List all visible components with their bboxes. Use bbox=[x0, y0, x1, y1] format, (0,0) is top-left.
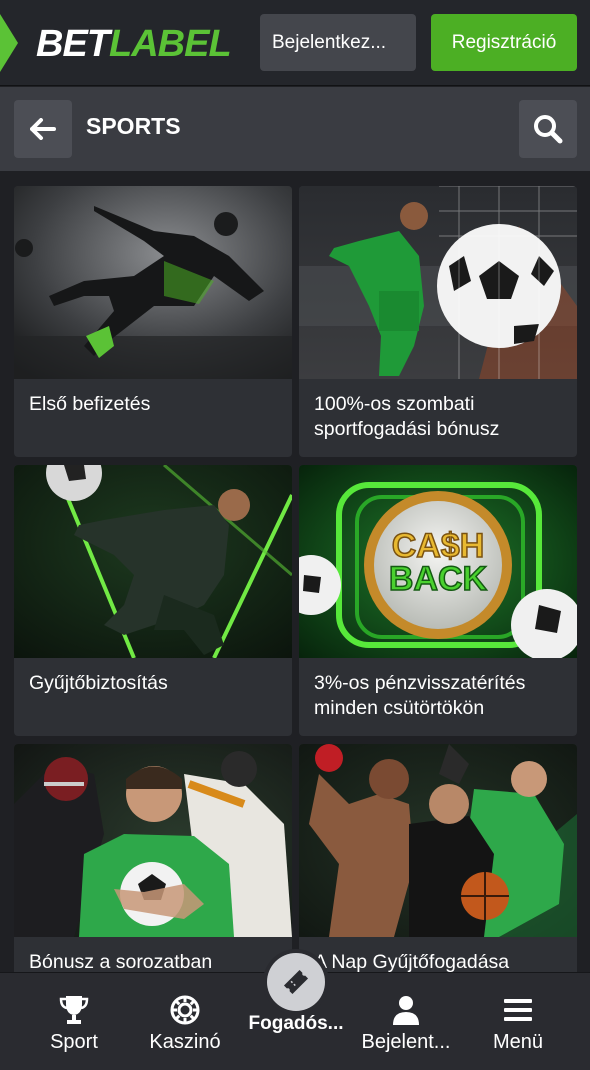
promo-card-saturday-bonus[interactable]: 100%-os szombati sportfogadási bónusz bbox=[299, 186, 577, 457]
register-button[interactable]: Regisztráció bbox=[431, 14, 577, 71]
top-bar: BETLABEL Bejelentkez... Regisztráció bbox=[0, 0, 590, 86]
logo-label: LABEL bbox=[109, 23, 232, 65]
nav-betslip-button[interactable] bbox=[267, 953, 325, 1011]
promo-image-soccer-player-lights bbox=[14, 465, 292, 658]
nav-sport[interactable]: Sport bbox=[38, 973, 110, 1070]
search-icon bbox=[534, 115, 563, 144]
section-header: SPORTS bbox=[0, 87, 590, 171]
promo-image-goal-celebration bbox=[299, 186, 577, 379]
promo-card-first-deposit[interactable]: Első befizetés bbox=[14, 186, 292, 457]
nav-login[interactable]: Bejelent... bbox=[356, 973, 456, 1070]
login-button[interactable]: Bejelentkez... bbox=[260, 14, 416, 71]
promo-title: 3%-os pénzvisszatérítés minden csütörtök… bbox=[314, 672, 526, 719]
bottom-navigation: Sport Kaszinó Fogadós... Bejelent... Men… bbox=[0, 953, 590, 1070]
promo-title: Gyűjtőbiztosítás bbox=[29, 672, 168, 694]
svg-text:BACK: BACK bbox=[389, 560, 488, 598]
hamburger-menu-icon bbox=[504, 999, 532, 1021]
nav-menu[interactable]: Menü bbox=[486, 973, 550, 1070]
ticket-icon bbox=[283, 969, 309, 995]
search-button[interactable] bbox=[519, 100, 577, 158]
nav-casino[interactable]: Kaszinó bbox=[138, 973, 232, 1070]
page-title: SPORTS bbox=[86, 113, 181, 139]
promo-card-cashback[interactable]: CA$H BACK 3%-os pénzvisszatérítés minden… bbox=[299, 465, 577, 736]
brand-chevron-icon bbox=[0, 14, 18, 72]
trophy-icon bbox=[59, 996, 89, 1024]
promo-image-multi-sport bbox=[14, 744, 292, 937]
arrow-left-icon bbox=[30, 118, 56, 140]
back-button[interactable] bbox=[14, 100, 72, 158]
nav-betslip-label[interactable]: Fogadós... bbox=[236, 1013, 356, 1035]
promo-image-cashback-badge: CA$H BACK bbox=[299, 465, 577, 658]
promo-image-athletes-group bbox=[299, 744, 577, 937]
promo-image-soccer-kick bbox=[14, 186, 292, 379]
logo-bet: BET bbox=[36, 23, 110, 65]
promo-title: Első befizetés bbox=[29, 393, 151, 415]
user-icon bbox=[393, 996, 419, 1025]
promo-card-accumulator-insurance[interactable]: Gyűjtőbiztosítás bbox=[14, 465, 292, 736]
casino-chip-icon bbox=[170, 995, 200, 1025]
nav-sport-label: Sport bbox=[50, 1031, 98, 1053]
nav-menu-label: Menü bbox=[492, 1031, 544, 1053]
nav-casino-label: Kaszinó bbox=[149, 1031, 221, 1053]
betlabel-logo[interactable]: BETLABEL bbox=[36, 22, 232, 66]
nav-login-label: Bejelent... bbox=[361, 1031, 451, 1053]
promo-title: 100%-os szombati sportfogadási bónusz bbox=[314, 393, 500, 440]
